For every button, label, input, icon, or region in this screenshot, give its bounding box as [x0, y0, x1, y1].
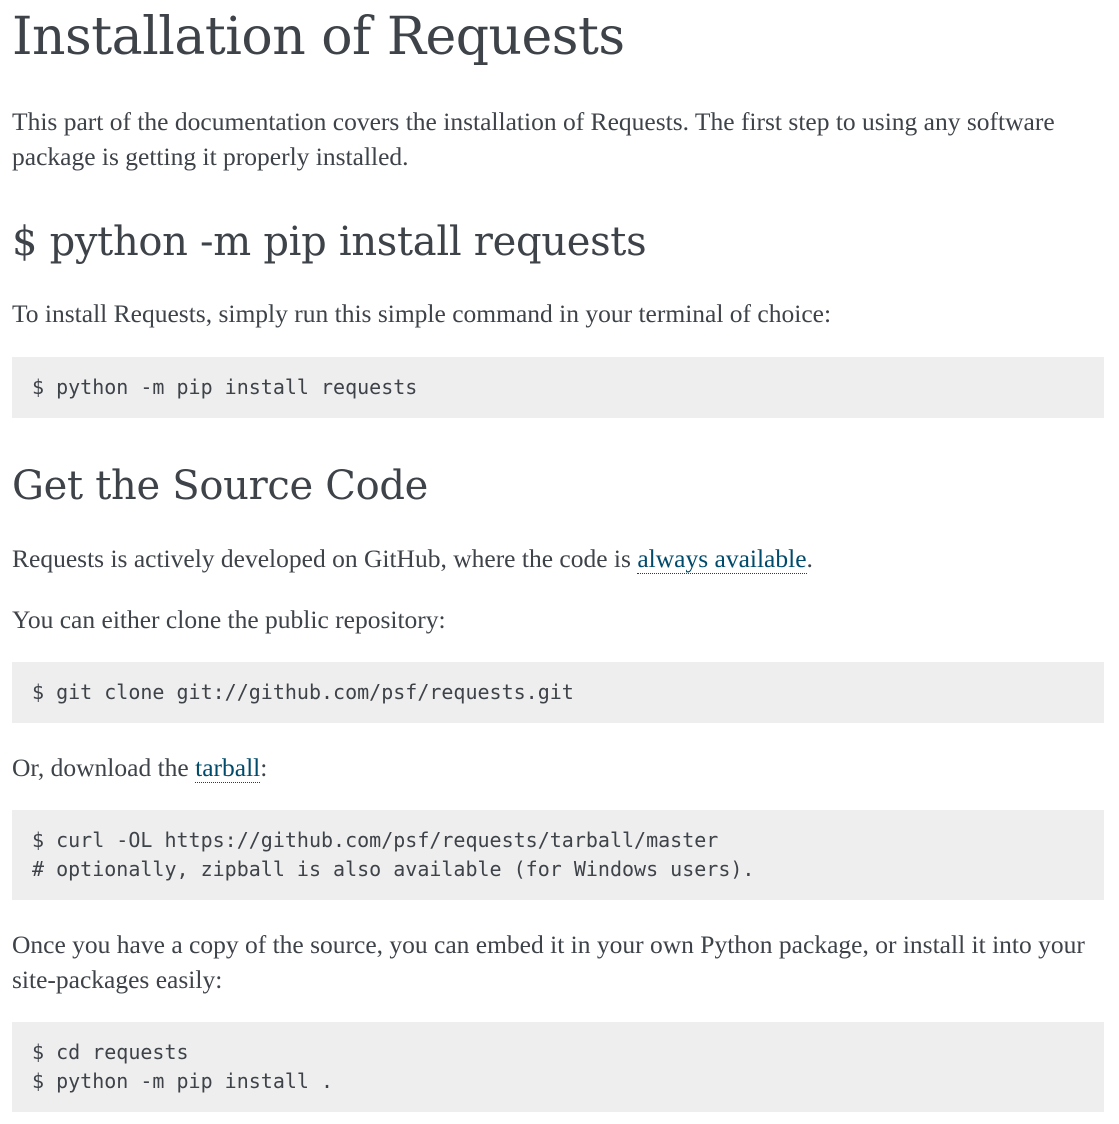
source-code-text: Requests is actively developed on GitHub…: [12, 541, 1104, 576]
curl-code-block[interactable]: $ curl -OL https://github.com/psf/reques…: [12, 810, 1104, 900]
code-line: $ git clone git://github.com/psf/request…: [32, 680, 574, 704]
pip-install-text: To install Requests, simply run this sim…: [12, 299, 832, 328]
code-line: $ python -m pip install requests: [32, 375, 418, 399]
pip-install-code-block[interactable]: $ python -m pip install requests: [12, 357, 1104, 418]
intro-paragraph: This part of the documentation covers th…: [12, 107, 1055, 171]
source-code-heading: Get the Source Code: [12, 463, 429, 509]
code-line: $ cd requests: [32, 1040, 189, 1064]
code-line: # optionally, zipball is also available …: [32, 857, 755, 881]
source-code-text-end: .: [806, 544, 813, 573]
code-line: $ python -m pip install .: [32, 1069, 334, 1093]
source-code-text-start: Requests is actively developed on GitHub…: [12, 544, 638, 573]
download-text-end: :: [260, 753, 268, 782]
git-clone-code-block[interactable]: $ git clone git://github.com/psf/request…: [12, 662, 1104, 723]
download-text: Or, download the tarball:: [12, 750, 1104, 785]
pip-install-heading: $ python -m pip install requests: [12, 219, 647, 265]
embed-text: Once you have a copy of the source, you …: [12, 930, 1085, 994]
tarball-link[interactable]: tarball: [195, 753, 261, 783]
always-available-link[interactable]: always available: [637, 544, 807, 574]
page-title: Installation of Requests: [12, 7, 625, 67]
code-line: $ curl -OL https://github.com/psf/reques…: [32, 828, 719, 852]
clone-text: You can either clone the public reposito…: [12, 605, 446, 634]
download-text-start: Or, download the: [12, 753, 196, 782]
pip-install-local-code-block[interactable]: $ cd requests $ python -m pip install .: [12, 1022, 1104, 1112]
